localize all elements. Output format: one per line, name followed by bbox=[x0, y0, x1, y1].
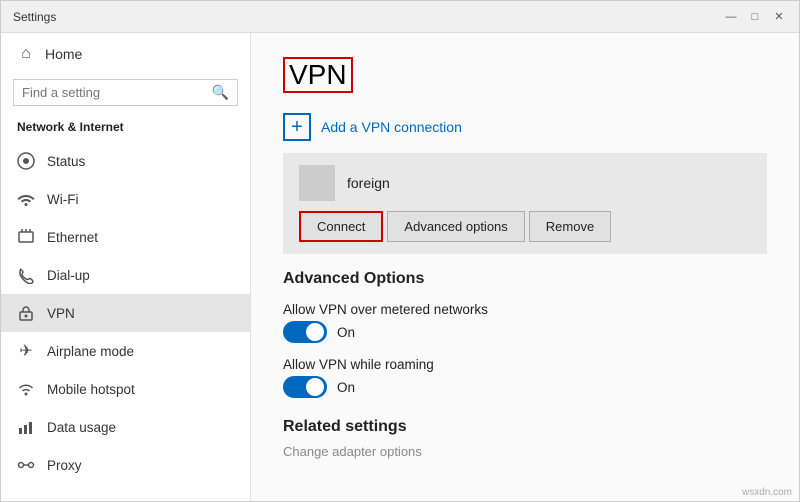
close-button[interactable]: ✕ bbox=[771, 9, 787, 25]
vpn-avatar bbox=[299, 165, 335, 201]
toggle-row-roaming: Allow VPN while roaming On bbox=[283, 357, 767, 398]
proxy-label: Proxy bbox=[47, 458, 82, 473]
ethernet-icon bbox=[17, 228, 35, 246]
toggle2-with-text: On bbox=[283, 376, 767, 398]
maximize-button[interactable]: □ bbox=[747, 9, 763, 25]
vpn-connection-card: foreign Connect Advanced options Remove bbox=[283, 153, 767, 254]
datausage-label: Data usage bbox=[47, 420, 116, 435]
vpn-label: VPN bbox=[47, 306, 75, 321]
advanced-options-title: Advanced Options bbox=[283, 270, 767, 288]
sidebar-item-dialup[interactable]: Dial-up bbox=[1, 256, 250, 294]
related-link-adapter[interactable]: Change adapter options bbox=[283, 444, 767, 459]
window-title: Settings bbox=[13, 10, 56, 24]
home-label: Home bbox=[45, 46, 82, 62]
dialup-label: Dial-up bbox=[47, 268, 90, 283]
hotspot-icon bbox=[17, 380, 35, 398]
toggle2-switch[interactable] bbox=[283, 376, 327, 398]
vpn-icon bbox=[17, 304, 35, 322]
search-input[interactable] bbox=[22, 85, 212, 100]
toggle1-label: Allow VPN over metered networks bbox=[283, 302, 767, 317]
airplane-label: Airplane mode bbox=[47, 344, 134, 359]
window-controls: — □ ✕ bbox=[723, 9, 787, 25]
advanced-options-button[interactable]: Advanced options bbox=[387, 211, 524, 242]
content-area: VPN + Add a VPN connection foreign Conne… bbox=[251, 33, 799, 501]
status-label: Status bbox=[47, 154, 85, 169]
sidebar: ⌂ Home 🔍 Network & Internet Status Wi-Fi bbox=[1, 33, 251, 501]
home-icon: ⌂ bbox=[17, 45, 35, 63]
add-icon: + bbox=[283, 113, 311, 141]
toggle1-with-text: On bbox=[283, 321, 767, 343]
toggle1-state: On bbox=[337, 325, 355, 340]
minimize-button[interactable]: — bbox=[723, 9, 739, 25]
toggle2-state: On bbox=[337, 380, 355, 395]
toggle2-label: Allow VPN while roaming bbox=[283, 357, 767, 372]
wifi-label: Wi-Fi bbox=[47, 192, 78, 207]
related-settings-title: Related settings bbox=[283, 418, 767, 436]
sidebar-item-wifi[interactable]: Wi-Fi bbox=[1, 180, 250, 218]
watermark: wsxdn.com bbox=[742, 487, 792, 498]
sidebar-item-airplane[interactable]: ✈ Airplane mode bbox=[1, 332, 250, 370]
proxy-icon bbox=[17, 456, 35, 474]
add-vpn-label: Add a VPN connection bbox=[321, 119, 462, 135]
page-title: VPN bbox=[283, 57, 353, 93]
sidebar-item-vpn[interactable]: VPN bbox=[1, 294, 250, 332]
sidebar-item-hotspot[interactable]: Mobile hotspot bbox=[1, 370, 250, 408]
status-icon bbox=[17, 152, 35, 170]
wifi-icon bbox=[17, 190, 35, 208]
search-box[interactable]: 🔍 bbox=[13, 79, 238, 106]
datausage-icon bbox=[17, 418, 35, 436]
dialup-icon bbox=[17, 266, 35, 284]
sidebar-item-ethernet[interactable]: Ethernet bbox=[1, 218, 250, 256]
vpn-buttons: Connect Advanced options Remove bbox=[299, 211, 751, 242]
connect-button[interactable]: Connect bbox=[299, 211, 383, 242]
titlebar: Settings — □ ✕ bbox=[1, 1, 799, 33]
toggle1-switch[interactable] bbox=[283, 321, 327, 343]
toggle-row-metered: Allow VPN over metered networks On bbox=[283, 302, 767, 343]
vpn-card-top: foreign bbox=[299, 165, 751, 201]
sidebar-item-datausage[interactable]: Data usage bbox=[1, 408, 250, 446]
airplane-icon: ✈ bbox=[17, 342, 35, 360]
sidebar-item-status[interactable]: Status bbox=[1, 142, 250, 180]
add-vpn-row[interactable]: + Add a VPN connection bbox=[283, 113, 767, 141]
search-icon: 🔍 bbox=[212, 84, 229, 101]
hotspot-label: Mobile hotspot bbox=[47, 382, 135, 397]
vpn-connection-name: foreign bbox=[347, 175, 390, 191]
sidebar-item-home[interactable]: ⌂ Home bbox=[1, 33, 250, 75]
sidebar-item-proxy[interactable]: Proxy bbox=[1, 446, 250, 484]
ethernet-label: Ethernet bbox=[47, 230, 98, 245]
sidebar-section-title: Network & Internet bbox=[1, 114, 250, 142]
remove-button[interactable]: Remove bbox=[529, 211, 611, 242]
